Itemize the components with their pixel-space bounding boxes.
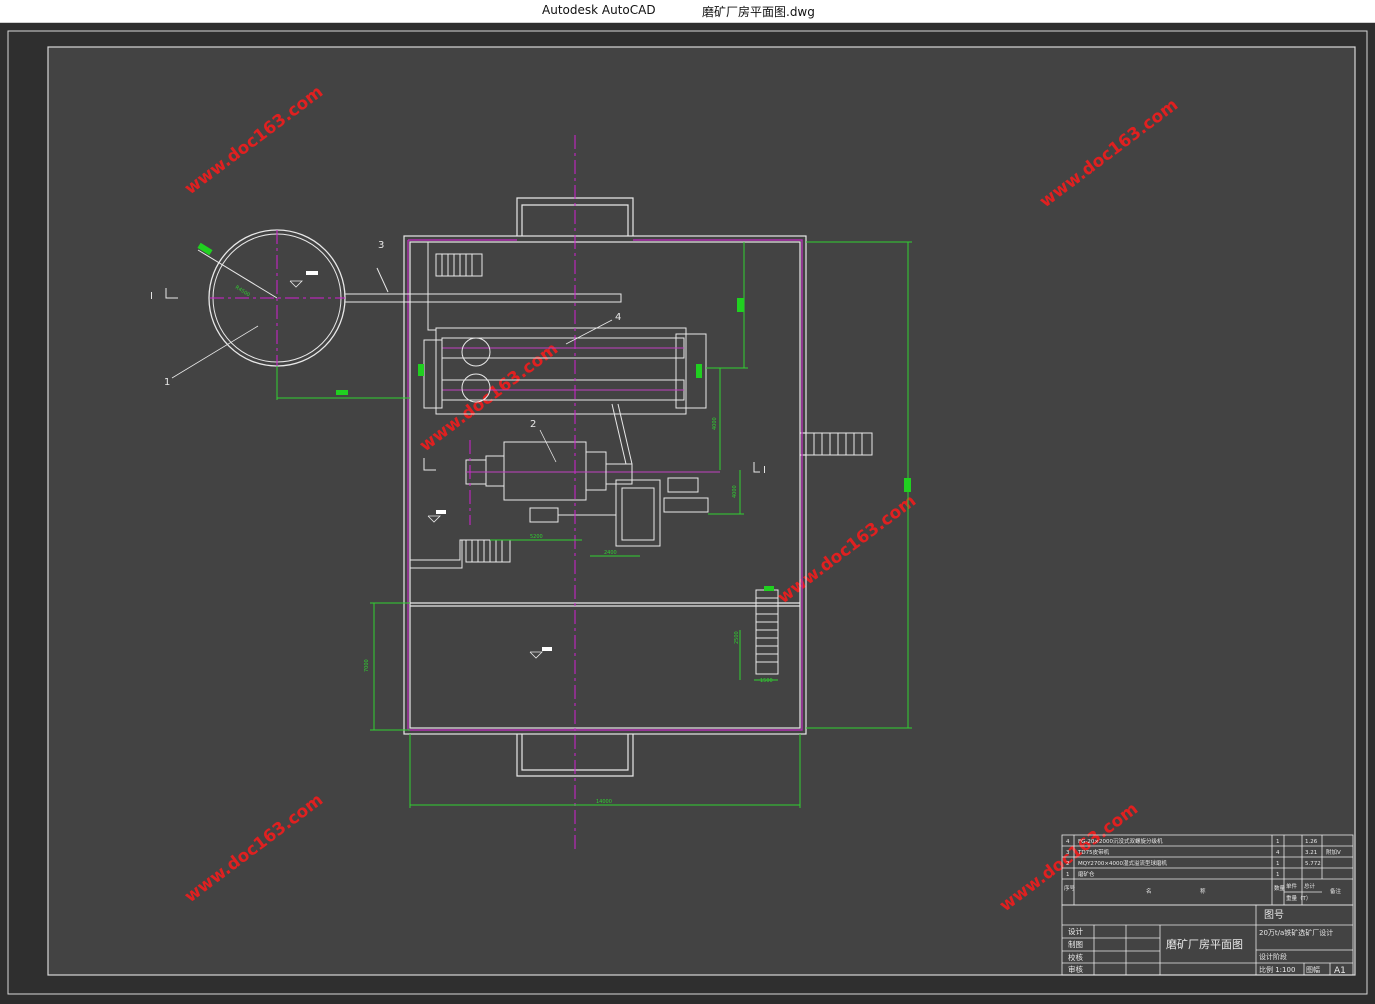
svg-text:1: 1 [1276, 872, 1280, 878]
dim-stair-h: 2500 [734, 631, 740, 644]
dim-stair-w: 1500 [760, 678, 773, 684]
svg-text:审核: 审核 [1068, 964, 1084, 974]
svg-text:校核: 校核 [1068, 952, 1084, 962]
svg-text:2: 2 [1066, 861, 1070, 867]
svg-text:4: 4 [1066, 839, 1070, 845]
label-3: 3 [378, 240, 384, 251]
svg-text:备注: 备注 [1330, 887, 1342, 895]
svg-text:5.772: 5.772 [1305, 861, 1321, 867]
svg-text:总计: 总计 [1304, 882, 1316, 890]
svg-text:称: 称 [1200, 887, 1206, 895]
svg-text:TD75皮带机: TD75皮带机 [1077, 848, 1110, 856]
svg-text:附加V: 附加V [1326, 848, 1341, 856]
svg-text:20万t/a铁矿选矿厂设计: 20万t/a铁矿选矿厂设计 [1259, 928, 1333, 937]
section-mark-left: I [150, 291, 153, 302]
dim-width-bottom: 14000 [596, 799, 612, 805]
svg-text:制图: 制图 [1068, 939, 1083, 949]
document-name: 磨矿厂房平面图.dwg [702, 5, 815, 19]
title-bar: Autodesk AutoCAD 磨矿厂房平面图.dwg [0, 0, 1375, 23]
svg-text:1.26: 1.26 [1305, 839, 1318, 845]
svg-text:磨矿仓: 磨矿仓 [1078, 870, 1095, 878]
svg-text:设计: 设计 [1068, 926, 1084, 936]
svg-text:设计阶段: 设计阶段 [1259, 952, 1287, 961]
sheet-inner-border [47, 46, 1356, 976]
dim-mill-len: 5200 [530, 534, 543, 540]
svg-text:1: 1 [1276, 839, 1280, 845]
svg-text:名: 名 [1146, 887, 1152, 895]
svg-text:磨矿厂房平面图: 磨矿厂房平面图 [1166, 938, 1243, 951]
svg-text:图幅: 图幅 [1306, 965, 1320, 974]
svg-text:1: 1 [1276, 861, 1280, 867]
svg-text:FG-20×2000沉没式双螺旋分级机: FG-20×2000沉没式双螺旋分级机 [1078, 837, 1163, 845]
svg-text:MQY2700×4000湿式溢流型球磨机: MQY2700×4000湿式溢流型球磨机 [1078, 859, 1168, 867]
svg-text:序号: 序号 [1064, 884, 1076, 892]
label-1: 1 [164, 377, 170, 388]
label-4: 4 [615, 312, 621, 323]
svg-text:图号: 图号 [1264, 909, 1284, 921]
section-mark-right: I [763, 465, 766, 476]
svg-text:单件: 单件 [1286, 882, 1298, 890]
svg-text:4: 4 [1276, 850, 1280, 856]
svg-text:比例 1:100: 比例 1:100 [1259, 965, 1295, 974]
svg-text:1: 1 [1066, 872, 1070, 878]
svg-text:3: 3 [1066, 850, 1070, 856]
svg-text:重量（T）: 重量（T） [1286, 894, 1311, 902]
svg-text:数量: 数量 [1274, 884, 1286, 892]
svg-text:3.21: 3.21 [1305, 850, 1317, 856]
dim-v2: 4000 [732, 485, 738, 498]
dim-left: 7000 [364, 659, 370, 672]
app-name: Autodesk AutoCAD [542, 3, 656, 17]
cad-drawing[interactable]: www.doc163.com www.doc163.com www.doc163… [0, 23, 1375, 1000]
dim-motor-len: 2400 [604, 550, 617, 556]
svg-text:A1: A1 [1334, 966, 1346, 976]
dim-v1: 4000 [712, 417, 718, 430]
drawing-canvas[interactable]: www.doc163.com www.doc163.com www.doc163… [0, 23, 1375, 1000]
label-2: 2 [530, 419, 536, 430]
